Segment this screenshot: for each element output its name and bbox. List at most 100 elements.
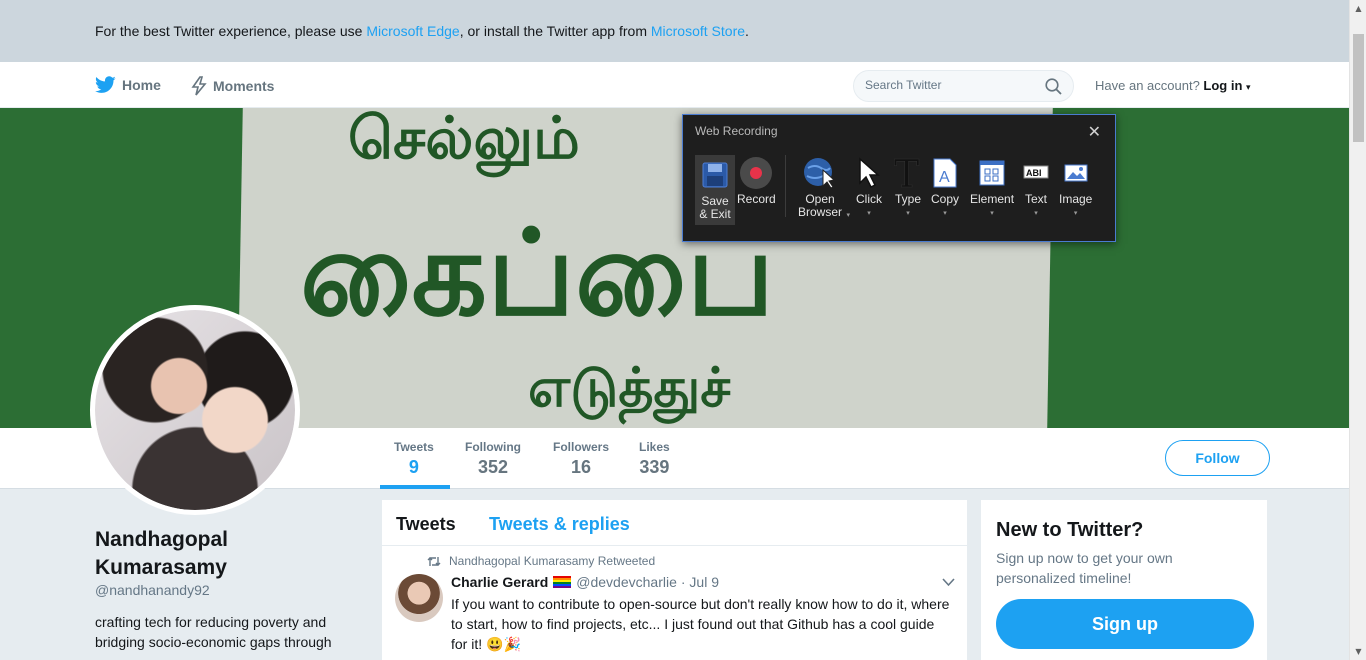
image-button[interactable]: Image ▾ [1059,155,1092,220]
microsoft-store-link[interactable]: Microsoft Store [651,23,745,39]
stat-likes-label: Likes [639,440,670,454]
dropdown-arrow-icon[interactable]: ▾ [906,207,910,220]
notice-text: For the best Twitter experience, please … [95,23,749,39]
dropdown-arrow-icon[interactable]: ▾ [943,207,947,220]
scroll-thumb[interactable] [1353,34,1364,142]
type-button[interactable]: T Type ▾ [893,155,923,220]
tab-tweets[interactable]: Tweets [396,514,456,535]
toolbar-separator [785,155,786,217]
open-browser-button[interactable]: Open Browser ▾ [796,155,850,219]
text-button[interactable]: ABI Text ▾ [1023,155,1049,220]
tweet-date[interactable]: · Jul 9 [681,574,719,590]
stat-tweets-label: Tweets [394,440,434,454]
text-label: Text [1024,192,1047,206]
retweet-context: Nandhagopal Kumarasamy Retweeted [427,554,655,568]
scroll-up-arrow-icon[interactable]: ▲ [1350,0,1366,17]
open-browser-label: Open Browser [797,192,842,219]
click-button[interactable]: Click ▾ [856,155,882,220]
signup-title: New to Twitter? [996,519,1144,541]
tweet-author-handle[interactable]: @devdevcharlie [576,574,677,590]
element-label: Element [970,192,1015,206]
image-icon [1064,155,1088,191]
globe-cursor-icon [803,155,837,191]
profile-name[interactable]: Nandhagopal Kumarasamy [95,526,325,582]
text-cursor-icon: T [893,155,923,191]
dropdown-arrow-icon[interactable]: ▾ [846,209,850,222]
search-icon[interactable] [1045,78,1062,95]
tweet-author-avatar[interactable] [395,574,443,622]
search-input[interactable] [865,78,1035,92]
stat-followers[interactable]: Followers 16 [553,440,609,478]
profile-avatar[interactable] [90,305,300,515]
scroll-down-arrow-icon[interactable]: ▼ [1350,643,1366,660]
svg-text:ABI: ABI [1026,168,1042,178]
stat-tweets-value: 9 [408,457,419,477]
notice-text-middle: , or install the Twitter app from [459,23,651,39]
signup-button[interactable]: Sign up [996,599,1254,649]
tweet-header: Charlie Gerard @devdevcharlie · Jul 9 [451,574,719,590]
signup-module: New to Twitter? Sign up now to get your … [980,499,1268,660]
nav-home-label: Home [122,77,161,93]
avatar-photo [95,310,295,510]
caret-down-icon: ▾ [1246,83,1251,93]
type-label: Type [894,192,921,206]
stat-following-label: Following [465,440,521,454]
stat-tweets[interactable]: Tweets 9 [394,440,434,478]
nav-moments[interactable]: Moments [191,76,274,96]
nav-home[interactable]: Home [95,76,161,94]
save-exit-label: Save & Exit [699,194,731,221]
browser-notice-bar: For the best Twitter experience, please … [0,0,1349,62]
dropdown-arrow-icon[interactable]: ▾ [867,207,871,220]
click-label: Click [856,192,882,206]
signup-subtitle: Sign up now to get your own personalized… [996,550,1173,586]
copy-button[interactable]: A Copy ▾ [931,155,959,220]
dropdown-arrow-icon[interactable]: ▾ [990,207,994,220]
record-icon [739,155,773,191]
close-icon[interactable]: ✕ [1088,122,1101,141]
twitter-bird-icon [95,76,116,93]
stat-followers-value: 16 [570,457,592,477]
account-area: Have an account? Log in ▾ [1095,78,1251,93]
cursor-icon [857,155,881,191]
stat-followers-label: Followers [553,440,610,454]
retweet-icon [427,556,441,566]
lightning-icon [191,76,207,96]
web-recording-title: Web Recording [695,124,778,138]
rainbow-flag-icon [553,576,572,588]
banner-line-3: எடுத்துச் [528,356,731,419]
element-button[interactable]: Element ▾ [970,155,1014,220]
retweet-context-text[interactable]: Nandhagopal Kumarasamy Retweeted [449,554,655,568]
profile-bio: crafting tech for reducing poverty and b… [95,614,332,650]
login-link[interactable]: Log in ▾ [1203,78,1250,93]
login-label: Log in [1203,78,1243,93]
stat-likes-value: 339 [639,457,670,477]
svg-text:A: A [939,169,950,186]
vertical-scrollbar[interactable]: ▲ ▼ [1349,0,1366,660]
document-copy-icon: A [932,155,958,191]
top-navigation: Home Moments Have an account? Log in ▾ [0,62,1349,108]
have-account-text: Have an account? [1095,78,1200,93]
stat-following[interactable]: Following 352 [465,440,521,478]
stat-following-value: 352 [477,457,509,477]
dropdown-arrow-icon[interactable]: ▾ [1034,207,1038,220]
svg-text:T: T [894,156,919,190]
tab-tweets-replies[interactable]: Tweets & replies [489,514,630,535]
microsoft-edge-link[interactable]: Microsoft Edge [366,23,459,39]
notice-text-after: . [745,23,749,39]
search-box [853,70,1074,102]
dropdown-arrow-icon[interactable]: ▾ [1074,207,1078,220]
chevron-down-icon[interactable] [942,578,955,587]
profile-handle[interactable]: @nandhanandy92 [95,582,210,598]
follow-button[interactable]: Follow [1165,440,1270,476]
tweet-author-name[interactable]: Charlie Gerard [451,574,548,590]
save-exit-button[interactable]: Save & Exit [695,155,735,225]
record-label: Record [737,192,776,206]
web-recording-toolbar: Web Recording ✕ Save & Exit Record Open … [682,114,1116,242]
nav-moments-label: Moments [213,78,275,94]
stat-likes[interactable]: Likes 339 [639,440,670,478]
copy-label: Copy [931,192,960,206]
active-tab-underline [380,485,450,489]
record-button[interactable]: Record [737,155,776,206]
element-grid-icon [979,155,1005,191]
image-label: Image [1059,192,1093,206]
